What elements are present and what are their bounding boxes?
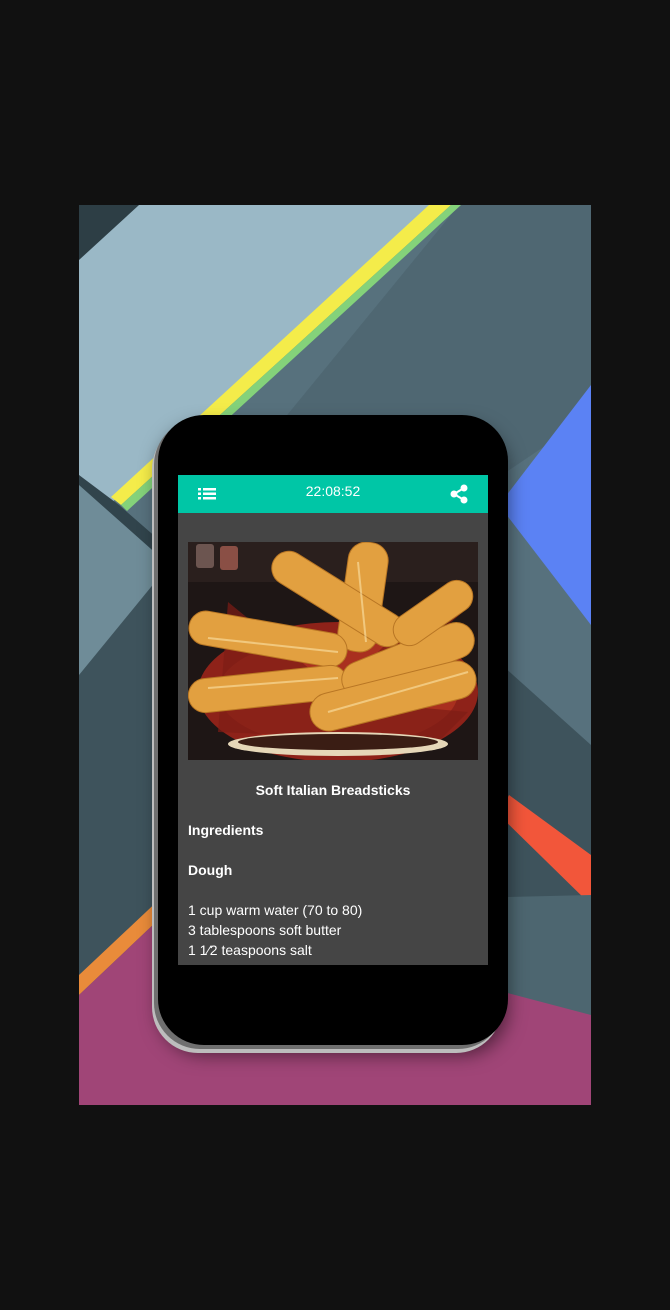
- dough-heading: Dough: [188, 862, 233, 878]
- app-screen: 22:08:52 Soft Italian Breadsticks Ingred…: [178, 475, 488, 965]
- share-icon[interactable]: [449, 484, 469, 504]
- breadsticks-image: [188, 542, 478, 760]
- ingredient-line: 1 1⁄2 teaspoons salt: [188, 942, 312, 958]
- ingredient-line: 1 cup warm water (70 to 80): [188, 902, 363, 918]
- recipe-title: Soft Italian Breadsticks: [255, 782, 411, 798]
- ingredients-heading: Ingredients: [188, 822, 264, 838]
- recipe-photo: [188, 542, 478, 760]
- app-toolbar: 22:08:52: [178, 475, 488, 513]
- ingredient-line: 3 tablespoons soft butter: [188, 922, 342, 938]
- status-time: 22:08:52: [305, 483, 361, 499]
